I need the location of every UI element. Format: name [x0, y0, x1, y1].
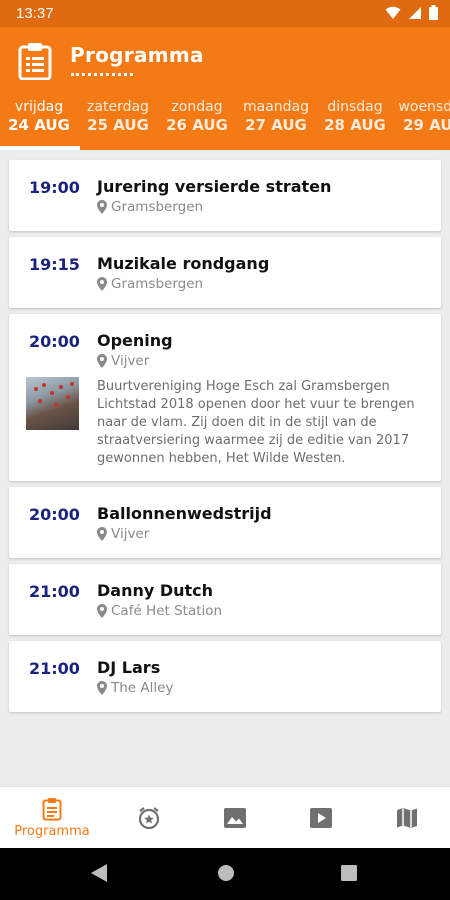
tab-zondag[interactable]: zondag 26 AUG	[158, 99, 236, 134]
title-underline	[71, 73, 133, 76]
nav-label: Programma	[14, 824, 90, 839]
tab-date-label: 27 AUG	[245, 116, 307, 134]
event-location: Vijver	[97, 353, 149, 369]
app-bar: Programma	[0, 27, 450, 95]
cell-signal-icon	[409, 6, 421, 19]
status-bar: 13:37	[0, 0, 450, 27]
tab-day-label: maandag	[242, 99, 310, 115]
event-name: Opening	[97, 331, 173, 350]
event-location-label: Vijver	[111, 526, 150, 542]
nav-photos[interactable]	[190, 787, 280, 849]
battery-icon	[429, 5, 438, 20]
location-pin-icon	[97, 527, 107, 541]
status-time: 13:37	[16, 5, 54, 22]
event-list: 19:00 Jurering versierde straten Gramsbe…	[0, 150, 450, 786]
event-card[interactable]: 20:00 Ballonnenwedstrijd Vijver	[9, 487, 441, 558]
event-name: Muzikale rondgang	[97, 254, 270, 273]
clipboard-icon	[18, 43, 52, 80]
app-screen: 13:37 Programma vrijdag 24 AUG zaterdag …	[0, 0, 450, 900]
tab-day-label: zaterdag	[87, 99, 149, 115]
location-pin-icon	[97, 277, 107, 291]
back-icon[interactable]	[91, 864, 107, 882]
event-description: Buurtvereniging Hoge Esch zal Gramsberge…	[97, 379, 415, 466]
tab-date-label: 25 AUG	[87, 116, 149, 134]
event-card[interactable]: 21:00 Danny Dutch Café Het Station	[9, 564, 441, 635]
nav-map[interactable]	[362, 787, 450, 849]
system-icons	[385, 5, 438, 20]
tab-vrijdag[interactable]: vrijdag 24 AUG	[0, 99, 78, 134]
bottom-navigation: Programma	[0, 786, 450, 848]
tab-maandag[interactable]: maandag 27 AUG	[237, 99, 315, 134]
page-title: Programma	[70, 43, 204, 67]
event-location: The Alley	[97, 680, 173, 696]
tab-woensdag[interactable]: woensdag 29 AUG	[395, 99, 450, 134]
tab-day-label: zondag	[171, 99, 223, 115]
wifi-icon	[385, 6, 401, 19]
event-location-label: Gramsbergen	[111, 199, 204, 215]
nav-videos[interactable]	[276, 787, 366, 849]
event-name: Ballonnenwedstrijd	[97, 504, 272, 523]
tab-date-label: 29 AUG	[403, 116, 450, 134]
event-name: DJ Lars	[97, 658, 161, 677]
nav-programma[interactable]: Programma	[7, 787, 97, 849]
tab-dinsdag[interactable]: dinsdag 28 AUG	[316, 99, 394, 134]
event-card[interactable]: 19:00 Jurering versierde straten Gramsbe…	[9, 160, 441, 231]
event-location-label: Vijver	[111, 353, 150, 369]
tab-date-label: 24 AUG	[8, 116, 70, 134]
tab-day-label: woensdag	[398, 99, 450, 115]
location-pin-icon	[97, 604, 107, 618]
nav-favorites[interactable]	[104, 787, 194, 849]
system-navigation-bar	[0, 848, 450, 900]
tab-date-label: 28 AUG	[324, 116, 386, 134]
event-name: Jurering versierde straten	[97, 177, 332, 196]
event-time: 19:00	[29, 178, 80, 197]
image-icon	[224, 808, 246, 828]
event-location: Gramsbergen	[97, 276, 203, 292]
event-card[interactable]: 20:00 Opening Vijver Buurtvereniging Hog…	[9, 314, 441, 481]
play-icon	[310, 808, 332, 828]
event-location-label: Gramsbergen	[111, 276, 204, 292]
event-location: Gramsbergen	[97, 199, 203, 215]
event-location-label: The Alley	[111, 680, 174, 696]
tab-zaterdag[interactable]: zaterdag 25 AUG	[79, 99, 157, 134]
event-thumbnail	[26, 377, 79, 430]
map-icon	[397, 808, 417, 828]
home-icon[interactable]	[217, 864, 235, 882]
event-card[interactable]: 19:15 Muzikale rondgang Gramsbergen	[9, 237, 441, 308]
location-pin-icon	[97, 354, 107, 368]
event-time: 20:00	[29, 505, 80, 524]
event-time: 19:15	[29, 255, 80, 274]
event-location-label: Café Het Station	[111, 603, 223, 619]
event-location: Vijver	[97, 526, 149, 542]
tab-day-label: dinsdag	[327, 99, 383, 115]
location-pin-icon	[97, 681, 107, 695]
clipboard-icon	[42, 798, 62, 821]
event-time: 21:00	[29, 582, 80, 601]
event-time: 20:00	[29, 332, 80, 351]
event-name: Danny Dutch	[97, 581, 214, 600]
event-location: Café Het Station	[97, 603, 222, 619]
day-tabs: vrijdag 24 AUG zaterdag 25 AUG zondag 26…	[0, 95, 450, 150]
event-card[interactable]: 21:00 DJ Lars The Alley	[9, 641, 441, 712]
tab-date-label: 26 AUG	[166, 116, 228, 134]
recents-icon[interactable]	[341, 865, 357, 881]
location-pin-icon	[97, 200, 107, 214]
star-badge-icon	[138, 807, 160, 830]
event-time: 21:00	[29, 659, 80, 678]
tab-day-label: vrijdag	[14, 99, 64, 115]
